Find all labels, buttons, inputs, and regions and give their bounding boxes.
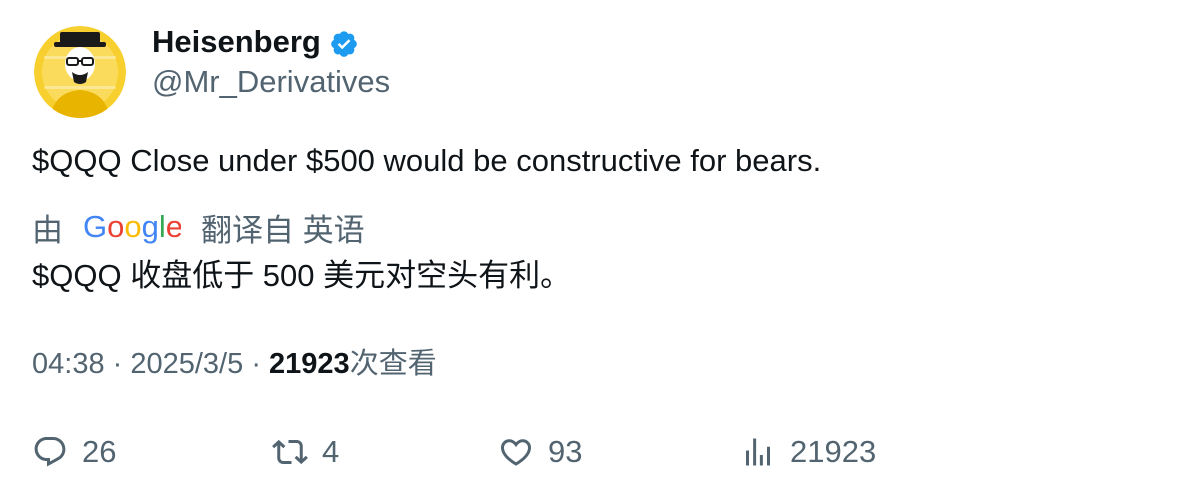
meta-separator: ·: [251, 348, 270, 380]
reply-button[interactable]: 26: [32, 430, 116, 474]
tweet-date[interactable]: 2025/3/5: [130, 348, 243, 380]
retweet-count: 4: [322, 434, 340, 469]
meta-separator: ·: [112, 348, 131, 380]
google-logo-icon[interactable]: Google: [83, 206, 181, 248]
author-name[interactable]: Heisenberg: [152, 22, 321, 62]
retweet-icon: [272, 439, 308, 465]
reply-icon: [34, 437, 66, 467]
author-name-row[interactable]: Heisenberg: [152, 22, 359, 62]
like-button[interactable]: 93: [498, 430, 582, 474]
analytics-icon: [746, 438, 770, 466]
tweet-text: $QQQ Close under $500 would be construct…: [32, 143, 822, 178]
views-count: 21923: [269, 348, 350, 380]
translation-prefix: 由: [32, 212, 63, 248]
views-label: 次查看: [349, 348, 437, 380]
views-action-count: 21923: [790, 434, 877, 469]
views-button[interactable]: 21923: [740, 430, 876, 474]
avatar[interactable]: [34, 26, 126, 118]
verified-badge-icon: [329, 29, 359, 59]
retweet-button[interactable]: 4: [272, 430, 339, 474]
tweet-meta: 04:38 · 2025/3/5 · 21923次查看: [32, 343, 437, 385]
author-handle[interactable]: @Mr_Derivatives: [152, 62, 390, 102]
translation-suffix: 翻译自 英语: [201, 212, 365, 248]
like-count: 93: [548, 434, 583, 469]
reply-count: 26: [82, 434, 117, 469]
heart-icon: [500, 439, 532, 466]
heisenberg-avatar-icon: [34, 26, 126, 118]
translated-tweet-text: $QQQ 收盘低于 500 美元对空头有利。: [32, 258, 572, 293]
svg-text:Google: Google: [83, 209, 181, 244]
translation-attribution: 由 Google 翻译自 英语: [32, 206, 365, 248]
tweet-time[interactable]: 04:38: [32, 348, 105, 380]
